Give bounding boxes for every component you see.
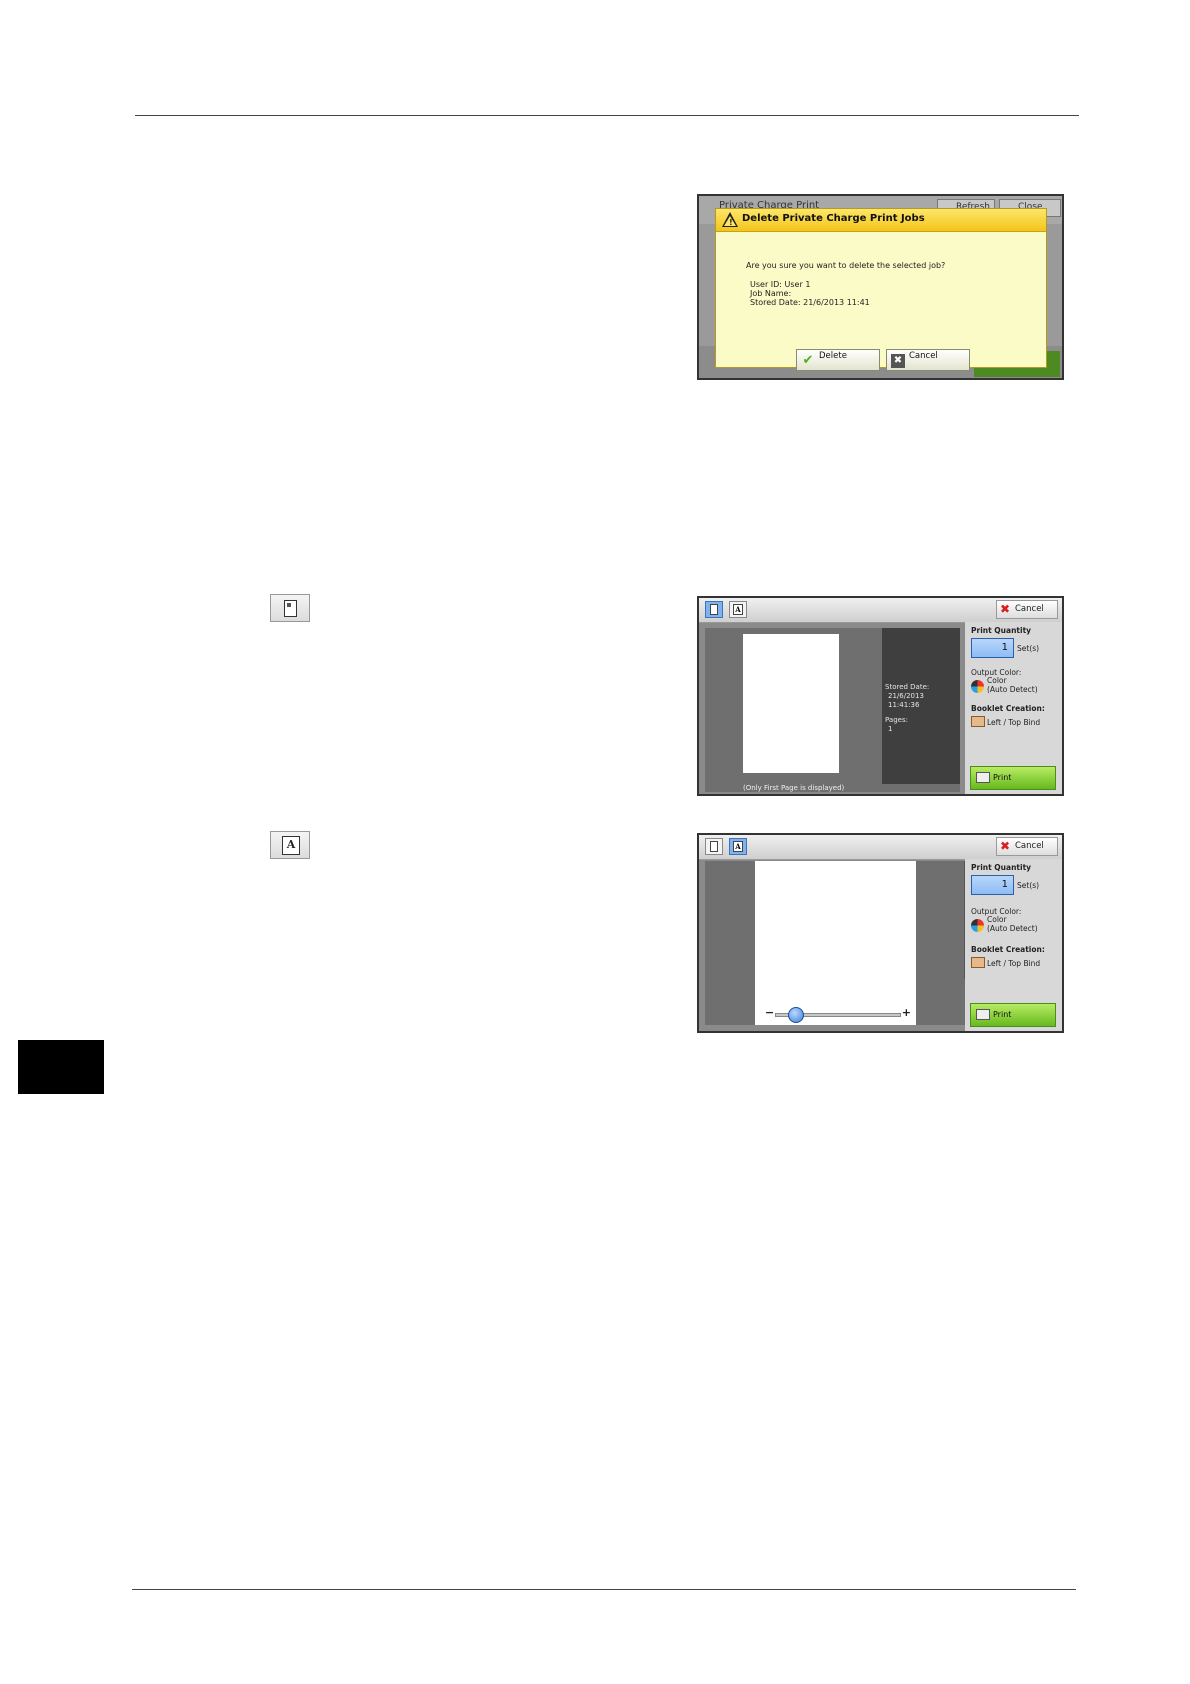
print-quantity-label: Print Quantity xyxy=(971,626,1032,635)
zoom-out-icon[interactable]: − xyxy=(765,1007,774,1019)
dialog-title: Delete Private Charge Print Jobs xyxy=(742,213,925,224)
print-settings-panel: Print Quantity 1 Set(s) Output Color: Co… xyxy=(965,859,1062,1031)
cancel-button[interactable]: ✖ Cancel xyxy=(996,600,1058,619)
quantity-field[interactable]: 1 xyxy=(971,875,1014,895)
bottom-rule xyxy=(132,1589,1076,1590)
job-info-panel: Stored Date: 21/6/2013 11:41:36 Pages: 1 xyxy=(882,628,960,784)
booklet-value: Left / Top Bind xyxy=(987,718,1041,727)
zoom-view-icon: A xyxy=(733,841,743,852)
print-settings-panel: Print Quantity 1 Set(s) Output Color: Co… xyxy=(965,622,1062,794)
checkmark-icon: ✔ xyxy=(802,353,814,368)
zoom-preview-screenshot: A ✖ Cancel − + Print Quantity 1 Set(s) O… xyxy=(697,833,1064,1033)
zoomed-page xyxy=(755,861,916,1025)
sets-label: Set(s) xyxy=(1017,644,1040,653)
booklet-value: Left / Top Bind xyxy=(987,959,1041,968)
preview-area: Stored Date: 21/6/2013 11:41:36 Pages: 1… xyxy=(705,628,960,792)
color-mode-icon xyxy=(971,919,984,932)
page-view-icon xyxy=(284,600,297,617)
zoom-view-button-illustration: A xyxy=(270,831,310,859)
page-view-tab[interactable] xyxy=(705,601,723,618)
close-icon: ✖ xyxy=(1000,839,1011,853)
print-button[interactable]: Print xyxy=(970,766,1056,790)
preview-caption: (Only First Page is displayed) xyxy=(743,784,845,792)
zoom-in-icon[interactable]: + xyxy=(902,1007,911,1019)
print-quantity-label: Print Quantity xyxy=(971,863,1032,872)
close-icon: ✖ xyxy=(1000,602,1011,616)
zoom-slider[interactable]: − + xyxy=(765,1007,911,1023)
page-view-tab[interactable] xyxy=(705,838,723,855)
zoom-preview-area: − + xyxy=(705,861,967,1025)
page-preview-screenshot: A ✖ Cancel Stored Date: 21/6/2013 11:41:… xyxy=(697,596,1064,796)
zoom-view-tab[interactable]: A xyxy=(729,601,747,618)
close-icon: ✖ xyxy=(891,354,905,368)
output-color-value: Color xyxy=(987,676,1007,685)
chapter-tab xyxy=(18,1040,104,1094)
stored-time-value: 11:41:36 xyxy=(888,701,920,709)
page-view-button-illustration xyxy=(270,594,310,622)
printer-icon xyxy=(976,772,990,783)
booklet-icon xyxy=(971,716,985,727)
zoom-slider-knob[interactable] xyxy=(788,1007,805,1023)
dialog-message: Are you sure you want to delete the sele… xyxy=(746,261,946,270)
color-mode-icon xyxy=(971,680,984,693)
delete-confirm-dialog: ! Delete Private Charge Print Jobs Are y… xyxy=(715,208,1047,371)
page-view-icon xyxy=(710,841,718,852)
stored-date-text: Stored Date: 21/6/2013 11:41 xyxy=(750,298,870,307)
pages-label: Pages: xyxy=(885,716,908,724)
quantity-field[interactable]: 1 xyxy=(971,638,1014,658)
booklet-label: Booklet Creation: xyxy=(971,704,1045,713)
output-color-value: Color xyxy=(987,915,1007,924)
booklet-label: Booklet Creation: xyxy=(971,945,1045,954)
job-name-text: Job Name: xyxy=(750,289,792,298)
output-color-sub: (Auto Detect) xyxy=(987,924,1038,933)
delete-button[interactable]: ✔ Delete xyxy=(796,349,880,371)
top-rule xyxy=(135,115,1079,116)
sets-label: Set(s) xyxy=(1017,881,1040,890)
user-id-text: User ID: User 1 xyxy=(750,280,811,289)
page-thumbnail xyxy=(743,634,839,773)
cancel-button[interactable]: ✖ Cancel xyxy=(886,349,970,371)
pages-value: 1 xyxy=(888,725,893,733)
cancel-button[interactable]: ✖ Cancel xyxy=(996,837,1058,856)
preview-toolbar: A ✖ Cancel xyxy=(699,835,1062,860)
zoom-view-icon: A xyxy=(733,604,743,615)
printer-icon xyxy=(976,1009,990,1020)
stored-date-value: 21/6/2013 xyxy=(888,692,924,700)
stored-date-label: Stored Date: xyxy=(885,683,930,691)
zoom-view-tab[interactable]: A xyxy=(729,838,747,855)
preview-toolbar: A ✖ Cancel xyxy=(699,598,1062,623)
booklet-icon xyxy=(971,957,985,968)
page-view-icon xyxy=(710,604,718,615)
delete-dialog-screenshot: Private Charge Print Refresh Close ! Del… xyxy=(697,194,1064,380)
zoom-view-icon: A xyxy=(282,836,300,855)
output-color-sub: (Auto Detect) xyxy=(987,685,1038,694)
dialog-header: ! Delete Private Charge Print Jobs xyxy=(716,209,1046,232)
print-button[interactable]: Print xyxy=(970,1003,1056,1027)
